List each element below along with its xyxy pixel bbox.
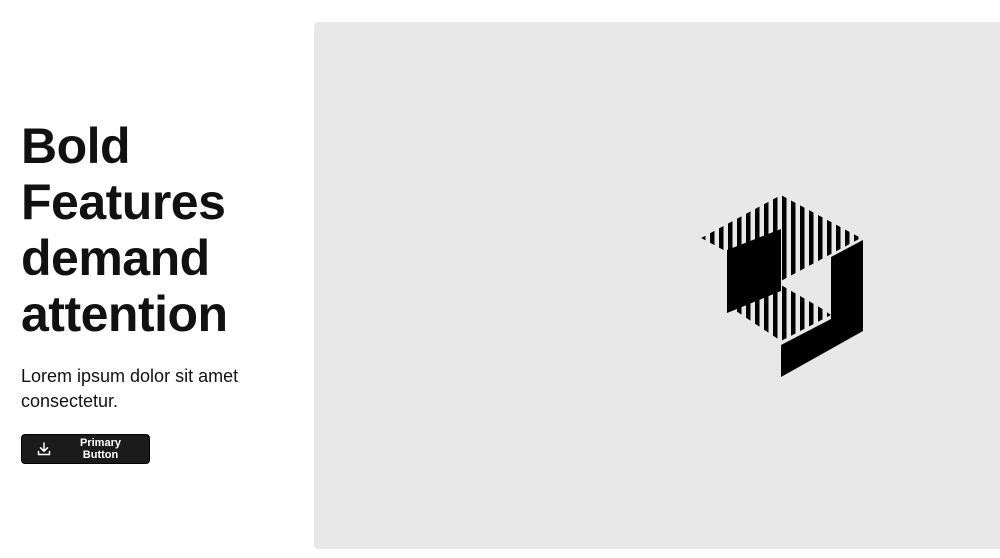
hero-title-line: Bold: [21, 118, 131, 174]
media-panel: [314, 22, 1000, 549]
hero-title: Bold Features demand attention: [21, 118, 301, 342]
hero-title-line: Features: [21, 174, 226, 230]
hero-subtitle: Lorem ipsum dolor sit amet consectetur.: [21, 366, 239, 411]
hero-section: Bold Features demand attention Lorem ips…: [0, 0, 1000, 558]
striped-cube-logo-icon: [701, 195, 863, 377]
primary-button[interactable]: Primary Button: [21, 434, 150, 464]
hero-text-block: Bold Features demand attention Lorem ips…: [21, 118, 301, 464]
primary-button-label: Primary Button: [80, 437, 121, 461]
hero-title-line: attention: [21, 286, 228, 342]
download-icon: [36, 441, 52, 457]
hero-title-line: demand: [21, 230, 210, 286]
